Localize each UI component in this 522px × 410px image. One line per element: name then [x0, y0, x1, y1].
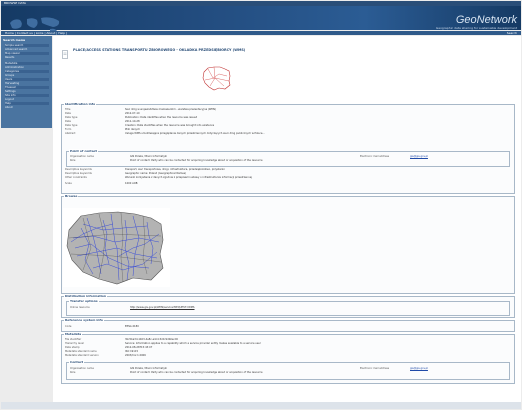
reference-system-title: Reference system info [64, 318, 104, 322]
xml-document-icon[interactable] [62, 50, 68, 59]
site-banner: GeoNetwork Geographic data sharing for s… [1, 6, 521, 32]
thumbnail-map[interactable] [201, 64, 233, 92]
metadata-section: Metadata File identifier 3bc5ba3d-1403-4e… [61, 332, 515, 384]
status-bar [1, 402, 521, 409]
md-value: 2003/Cor.1:2006 [125, 354, 146, 357]
md-role-label: Role [70, 371, 76, 374]
identification-title: Identification info [64, 102, 97, 106]
page-title: PLACE/ACCESS STATIONS TRANSPORTU ZBIOROW… [73, 48, 246, 52]
sidebar-item[interactable]: Logout [5, 98, 49, 101]
logo-text: GeoNetwork [455, 14, 517, 26]
id-value: Usługa WMS umożliwiająca przeglądanie da… [125, 132, 265, 135]
metadata-content: PLACE/ACCESS STATIONS TRANSPORTU ZBIOROW… [53, 36, 521, 408]
kw-key: Scale [65, 182, 72, 185]
metadata-contact-title: Contact [69, 360, 85, 364]
md-contact-row: Role Point of contact: Party who can be … [70, 371, 506, 375]
ref-key: Code [65, 325, 72, 328]
geonetwork-logo[interactable]: GeoNetwork Geographic data sharing for s… [435, 14, 517, 31]
online-label: Online resource [70, 306, 90, 309]
sidebar-item[interactable]: Advanced search [5, 48, 49, 51]
sidebar: Search menu Simple search Advanced searc… [1, 36, 52, 128]
kw-row: Scale 1000 AOB [65, 182, 511, 186]
sidebar-item[interactable]: Categories [5, 70, 49, 73]
md-role-value: Point of contact: Party who can be conta… [130, 371, 263, 374]
kw-key: Other constraints [65, 176, 87, 179]
metadata-title: Metadata [64, 332, 83, 336]
ref-value: EPSG:2180 [125, 325, 139, 328]
identification-section: Identification info Title Sieć dróg w woj… [61, 102, 515, 194]
point-of-contact-title: Point of contact [69, 149, 98, 153]
online-resource-link[interactable]: http://www.gis.gov.pl/WMS/service?REQUES… [130, 306, 506, 310]
sidebar-heading: Search menu [3, 38, 26, 42]
contact-row: Role Point of contact: Party who can be … [70, 159, 506, 163]
sidebar-item[interactable]: Map viewer [5, 52, 49, 55]
sidebar-item[interactable]: Results [5, 56, 49, 59]
id-key: Abstract [65, 132, 76, 135]
sidebar-item[interactable]: Settings [5, 90, 49, 93]
role-label: Role [70, 159, 76, 162]
sidebar-item[interactable]: Thesauri [5, 86, 49, 89]
sidebar-item[interactable]: Harvesting [5, 82, 49, 85]
kw-value: Warunki korzystania z danych zgodnie z p… [125, 176, 252, 179]
distribution-section: Distribution information Transfer option… [61, 294, 515, 318]
sidebar-item[interactable]: Simple search [5, 44, 49, 47]
sidebar-item[interactable]: Administration [5, 66, 49, 69]
sidebar-item[interactable]: Site info [5, 94, 49, 97]
md-row: Metadata standard version 2003/Cor.1:2006 [65, 354, 511, 358]
kw-value: 1000 AOB [125, 182, 138, 185]
md-key: Metadata standard version [65, 354, 99, 357]
overview-map-image[interactable] [63, 208, 170, 287]
menu-search-label[interactable]: Search [507, 31, 517, 35]
sidebar-item[interactable]: About [5, 106, 49, 109]
kw-row: Other constraints Warunki korzystania z d… [65, 176, 511, 180]
transfer-options-title: Transfer options [69, 299, 99, 303]
logo-tagline: Geographic data sharing for sustainable … [435, 26, 517, 30]
browse-title: Browse [64, 194, 79, 198]
reference-system-section: Reference system info Code EPSG:2180 [61, 318, 515, 332]
transfer-options-section: Transfer options Online resource http://… [66, 299, 510, 316]
ref-row: Code EPSG:2180 [65, 325, 511, 329]
top-menu-links[interactable]: Home | Contact us | Links | About | Help… [5, 31, 67, 35]
point-of-contact-section: Point of contact Organisation name GIS P… [66, 149, 510, 167]
id-row: Abstract Usługa WMS umożliwiająca przeglą… [65, 132, 511, 140]
sidebar-item[interactable]: Metadata [5, 62, 49, 65]
metadata-contact-section: Contact Organisation name GIS Polska / B… [66, 360, 510, 380]
sidebar-item[interactable]: Users [5, 78, 49, 81]
distribution-title: Distribution information [64, 294, 108, 298]
online-resource-row: Online resource http://www.gis.gov.pl/WM… [70, 306, 506, 310]
role-value: Point of contact: Party who can be conta… [130, 159, 263, 162]
sidebar-item[interactable]: Groups [5, 74, 49, 77]
top-menu-bar: Home | Contact us | Links | About | Help… [1, 31, 521, 35]
sidebar-item[interactable]: Help [5, 102, 49, 105]
